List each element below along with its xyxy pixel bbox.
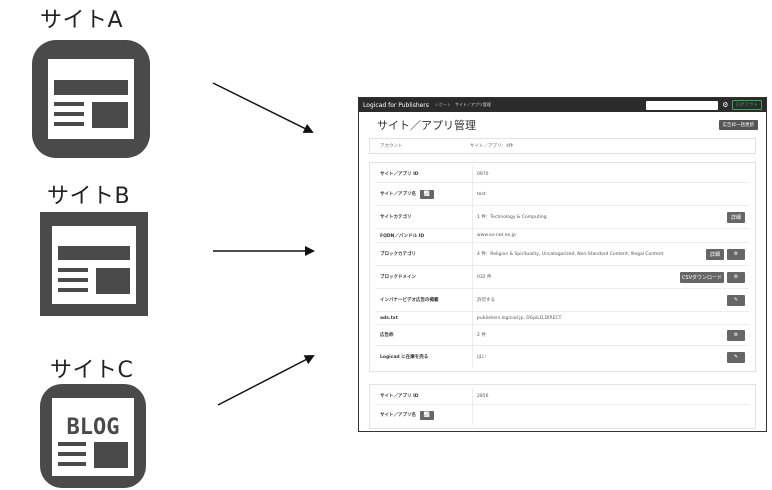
table-row: ブロックカテゴリ 4 件：Religion & Spirituality, Un… — [376, 243, 749, 266]
row-value: 許可する — [472, 289, 727, 311]
row-key-label: サイト／アプリ名 — [380, 192, 416, 197]
site-c-label: サイトC — [50, 358, 134, 383]
table-row: サイト／アプリ名 📈 test — [376, 183, 749, 206]
row-value: 2856 — [472, 388, 749, 404]
account-label: アカウント — [380, 144, 403, 149]
blog-icon-text: BLOG — [67, 415, 120, 440]
table-row: ブロックドメイン 032 件 CSVダウンロード ⚙ — [376, 266, 749, 289]
row-value: 0970 — [472, 166, 749, 182]
row-key: ブロックカテゴリ — [380, 252, 416, 257]
top-nav-bar: Logicad for Publishers レポート サイト／アプリ管理 ⚙ … — [359, 98, 766, 112]
detail-button[interactable]: 詳細 — [727, 211, 745, 223]
gear-icon[interactable]: ⚙ — [727, 248, 745, 260]
table-row: ads.txt publishers.logicad.jp, DGpiLD,DI… — [376, 312, 749, 325]
nav-report[interactable]: レポート — [435, 102, 451, 108]
page-title: サイト／アプリ管理 — [377, 119, 476, 132]
site-a-label: サイトA — [40, 8, 124, 33]
gear-icon[interactable]: ⚙ — [727, 271, 745, 283]
chart-icon[interactable]: 📈 — [420, 189, 434, 199]
arrow-a — [212, 82, 314, 133]
row-value: 2 件 — [472, 325, 727, 345]
arrow-c — [217, 355, 315, 406]
row-value: 032 件 — [472, 266, 680, 288]
brand-logo[interactable]: Logicad for Publishers — [363, 102, 429, 109]
logout-button[interactable]: ログアウト — [731, 100, 762, 110]
row-key: Logicad に在庫を売る — [380, 355, 429, 360]
row-value: test — [472, 183, 749, 205]
edit-icon[interactable]: ✎ — [727, 351, 745, 363]
table-row: 広告枠 2 件 ⚙ — [376, 325, 749, 346]
row-key-label: サイト／アプリ名 — [380, 413, 416, 418]
gear-icon[interactable]: ⚙ — [727, 329, 745, 341]
site-management-screenshot: Logicad for Publishers レポート サイト／アプリ管理 ⚙ … — [358, 97, 767, 432]
row-key: サイト／アプリ ID — [380, 394, 419, 399]
account-summary: アカウント サイト／アプリ：4件 — [369, 138, 756, 154]
table-row: サイト／アプリ ID 0970 — [376, 166, 749, 183]
row-key: サイト／アプリ ID — [380, 172, 419, 177]
table-row: サイトカテゴリ 1 件：Technology & Computing 詳細 — [376, 206, 749, 229]
blog-icon: BLOG — [40, 384, 146, 488]
row-key: ブロックドメイン — [380, 275, 416, 280]
site-card: サイト／アプリ ID 0970 サイト／アプリ名 📈 test サイトカテゴリ 1… — [369, 162, 756, 372]
row-key: FQDN／バンドル ID — [380, 233, 425, 239]
gear-icon[interactable]: ⚙ — [722, 101, 728, 109]
bulk-update-button[interactable]: 広告枠一括更新 — [718, 120, 758, 130]
site-b-label: サイトB — [47, 184, 131, 209]
chart-icon[interactable]: 📈 — [420, 410, 434, 420]
row-key: サイト／アプリ名 📈 — [376, 410, 472, 420]
row-value: publishers.logicad.jp, DGpiLD,DIRECT — [472, 312, 749, 324]
table-row: Logicad に在庫を売る はい ✎ — [376, 346, 749, 368]
search-input[interactable] — [646, 100, 719, 110]
row-key: インバナービデオ広告の掲載 — [380, 298, 439, 303]
table-row: FQDN／バンドル ID www.so-net.ne.jp — [376, 229, 749, 243]
row-value: 1 件：Technology & Computing — [472, 206, 727, 228]
account-value: サイト／アプリ：4件 — [470, 144, 514, 149]
row-key: ads.txt — [380, 315, 398, 321]
row-value: 4 件：Religion & Spirituality, Uncategoriz… — [472, 243, 706, 265]
row-value — [472, 405, 749, 425]
detail-button[interactable]: 詳細 — [706, 248, 724, 260]
site-card: サイト／アプリ ID 2856 サイト／アプリ名 📈 — [369, 384, 756, 429]
newspaper-icon — [40, 212, 148, 316]
newspaper-icon — [32, 40, 150, 158]
table-row: サイト／アプリ名 📈 — [376, 405, 749, 425]
table-row: サイト／アプリ ID 2856 — [376, 388, 749, 405]
row-value: はい — [472, 346, 727, 368]
row-key: 広告枠 — [380, 333, 394, 338]
row-key: サイトカテゴリ — [380, 215, 412, 220]
csv-download-button[interactable]: CSVダウンロード — [679, 271, 724, 283]
row-key: サイト／アプリ名 📈 — [376, 189, 472, 199]
table-row: インバナービデオ広告の掲載 許可する ✎ — [376, 289, 749, 312]
edit-icon[interactable]: ✎ — [727, 294, 745, 306]
row-value: www.so-net.ne.jp — [472, 229, 749, 242]
nav-site-management[interactable]: サイト／アプリ管理 — [455, 102, 491, 108]
